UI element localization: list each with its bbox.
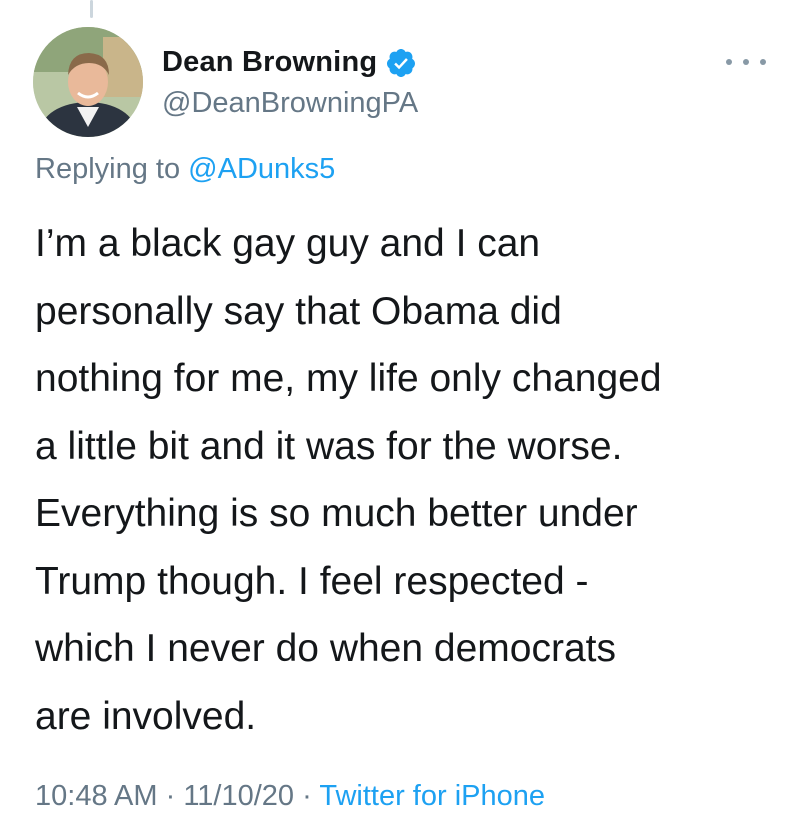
tweet-time[interactable]: 10:48 AM: [35, 780, 158, 812]
avatar[interactable]: [33, 27, 143, 137]
thread-connector-line: [90, 0, 93, 18]
more-options-icon[interactable]: [726, 52, 766, 72]
tweet-text-line: Trump though. I feel respected -: [35, 559, 589, 603]
verified-badge-icon: [385, 47, 417, 79]
author-name-row[interactable]: Dean Browning: [162, 46, 417, 79]
tweet-text-line: Everything is so much better under: [35, 492, 638, 535]
more-dot: [743, 59, 749, 65]
tweet-text-line: I’m a black gay guy and I can: [35, 222, 541, 265]
meta-separator: ·: [165, 780, 176, 812]
profile-photo: [33, 27, 143, 137]
tweet-text-line: which I never do when democrats: [35, 627, 616, 670]
more-dot: [726, 59, 732, 65]
more-dot: [760, 59, 766, 65]
tweet-text-line: are involved.: [35, 694, 257, 738]
tweet-text: I’m a black gay guy and I can personally…: [35, 210, 775, 750]
replying-to-label: Replying to: [35, 153, 181, 185]
display-name[interactable]: Dean Browning: [162, 46, 377, 79]
tweet-text-line: personally say that Obama did: [35, 289, 562, 333]
replying-to: Replying to @ADunks5: [35, 153, 335, 186]
meta-separator: ·: [302, 780, 312, 812]
tweet-date[interactable]: 11/10/20: [183, 780, 294, 812]
reply-mention-link[interactable]: @ADunks5: [188, 153, 335, 185]
tweet-metadata: 10:48 AM · 11/10/20 · Twitter for iPhone: [35, 780, 545, 813]
tweet-text-line: a little bit and it was for the worse.: [35, 424, 623, 468]
tweet-text-line: nothing for me, my life only changed: [35, 357, 662, 400]
tweet-source-link[interactable]: Twitter for iPhone: [319, 780, 545, 812]
author-handle[interactable]: @DeanBrowningPA: [162, 87, 418, 120]
